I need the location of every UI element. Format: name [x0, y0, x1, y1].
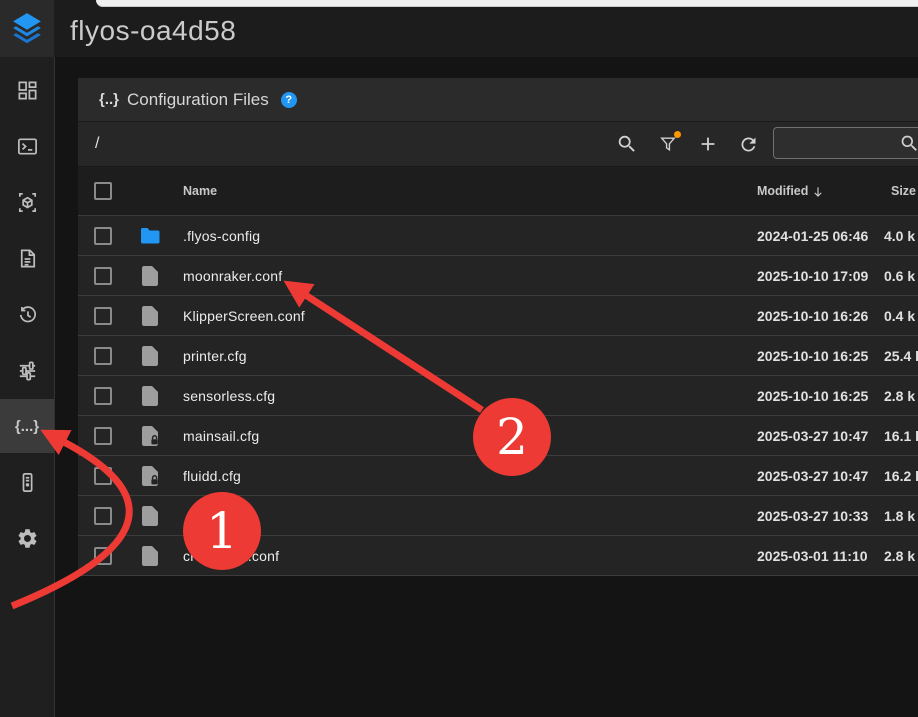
file-modified: 2025-10-10 16:26 — [757, 296, 868, 336]
table-row[interactable]: moonraker.conf 2025-10-10 17:09 0.6 k — [78, 256, 918, 296]
folder-icon — [138, 224, 162, 248]
search-input[interactable] — [773, 127, 918, 159]
history-icon — [16, 303, 39, 326]
terminal-icon — [16, 135, 39, 158]
page-title: flyos-oa4d58 — [70, 0, 236, 57]
top-bar: flyos-oa4d58 — [0, 0, 918, 57]
refresh-button[interactable] — [734, 130, 762, 158]
file-locked-icon — [138, 424, 162, 448]
file-modified: 2025-03-27 10:47 — [757, 456, 868, 496]
sidebar-item-settings[interactable] — [0, 511, 54, 565]
file-icon — [138, 264, 162, 288]
file-icon — [138, 384, 162, 408]
file-modified: 2024-01-25 06:46 — [757, 216, 868, 256]
file-name: printer.cfg — [183, 336, 247, 376]
file-icon — [138, 504, 162, 528]
file-icon — [138, 544, 162, 568]
row-checkbox[interactable] — [94, 387, 112, 405]
file-modified: 2025-10-10 16:25 — [757, 376, 868, 416]
file-size: 4.0 k — [884, 216, 915, 256]
sidebar-item-console[interactable] — [0, 119, 54, 173]
sidebar-item-dashboard[interactable] — [0, 63, 54, 117]
search-button[interactable] — [613, 130, 641, 158]
column-header-modified[interactable]: Modified — [757, 167, 825, 216]
cube-scan-icon — [16, 191, 39, 214]
row-checkbox[interactable] — [94, 267, 112, 285]
sidebar-item-history[interactable] — [0, 287, 54, 341]
annotation-step-2: 2 — [473, 398, 551, 476]
app-logo[interactable] — [0, 0, 54, 57]
column-header-size[interactable]: Size — [891, 167, 916, 216]
file-modified: 2025-03-27 10:33 — [757, 496, 868, 536]
sort-desc-icon — [811, 185, 825, 199]
plus-icon — [697, 133, 719, 155]
tune-icon — [16, 359, 39, 382]
file-size: 0.6 k — [884, 256, 915, 296]
file-size: 2.8 k — [884, 536, 915, 576]
file-icon — [138, 304, 162, 328]
annotation-step-1: 1 — [183, 492, 261, 570]
sidebar-item-machine[interactable] — [0, 455, 54, 509]
table-row[interactable]: KlipperScreen.conf 2025-10-10 16:26 0.4 … — [78, 296, 918, 336]
file-icon — [138, 344, 162, 368]
row-checkbox[interactable] — [94, 347, 112, 365]
row-checkbox[interactable] — [94, 227, 112, 245]
sidebar-item-jobs[interactable] — [0, 231, 54, 285]
app-window: flyos-oa4d58 — [0, 0, 918, 717]
file-modified: 2025-03-01 11:10 — [757, 536, 868, 576]
filter-active-badge — [674, 131, 681, 138]
file-modified: 2025-10-10 17:09 — [757, 256, 868, 296]
panel-toolbar: / — [78, 122, 918, 167]
row-checkbox[interactable] — [94, 307, 112, 325]
braces-title-icon: {..} — [99, 91, 119, 108]
file-size: 0.4 k — [884, 296, 915, 336]
file-size: 16.2 k — [884, 456, 918, 496]
file-locked-icon — [138, 464, 162, 488]
help-icon[interactable]: ? — [281, 92, 297, 108]
add-button[interactable] — [694, 130, 722, 158]
search-icon — [616, 133, 638, 155]
table-row[interactable]: printer.cfg 2025-10-10 16:25 25.4 k — [78, 336, 918, 376]
file-name: moonraker.conf — [183, 256, 282, 296]
file-name: sensorless.cfg — [183, 376, 275, 416]
select-all-checkbox[interactable] — [94, 182, 112, 200]
file-size: 1.8 k — [884, 496, 915, 536]
file-name: fluidd.cfg — [183, 456, 241, 496]
breadcrumb-path: / — [95, 122, 99, 166]
table-row[interactable]: .flyos-config 2024-01-25 06:46 4.0 k — [78, 216, 918, 256]
file-size: 25.4 k — [884, 336, 918, 376]
row-checkbox[interactable] — [94, 467, 112, 485]
server-icon — [16, 471, 39, 494]
file-modified: 2025-03-27 10:47 — [757, 416, 868, 456]
browser-chrome-strip — [96, 0, 918, 7]
file-name: KlipperScreen.conf — [183, 296, 305, 336]
panel-header: {..} Configuration Files ? — [78, 78, 918, 122]
filter-button[interactable] — [654, 130, 682, 158]
refresh-icon — [738, 134, 759, 155]
file-size: 2.8 k — [884, 376, 915, 416]
row-checkbox[interactable] — [94, 427, 112, 445]
row-checkbox[interactable] — [94, 547, 112, 565]
file-size: 16.1 k — [884, 416, 918, 456]
row-checkbox[interactable] — [94, 507, 112, 525]
file-document-icon — [16, 247, 39, 270]
sidebar-item-gcode-preview[interactable] — [0, 175, 54, 229]
panel-title: Configuration Files — [127, 90, 269, 110]
sidebar-item-config-files[interactable]: {...} — [0, 399, 54, 453]
table-header: Name Modified Size — [78, 167, 918, 216]
sidebar: {...} — [0, 57, 54, 717]
layers-logo-icon — [10, 11, 44, 47]
gear-icon — [16, 527, 39, 550]
file-name: mainsail.cfg — [183, 416, 259, 456]
file-modified: 2025-10-10 16:25 — [757, 336, 868, 376]
sidebar-item-tune[interactable] — [0, 343, 54, 397]
braces-icon: {...} — [15, 418, 39, 435]
file-name: .flyos-config — [183, 216, 260, 256]
dashboard-icon — [16, 79, 39, 102]
column-header-name[interactable]: Name — [183, 167, 217, 216]
